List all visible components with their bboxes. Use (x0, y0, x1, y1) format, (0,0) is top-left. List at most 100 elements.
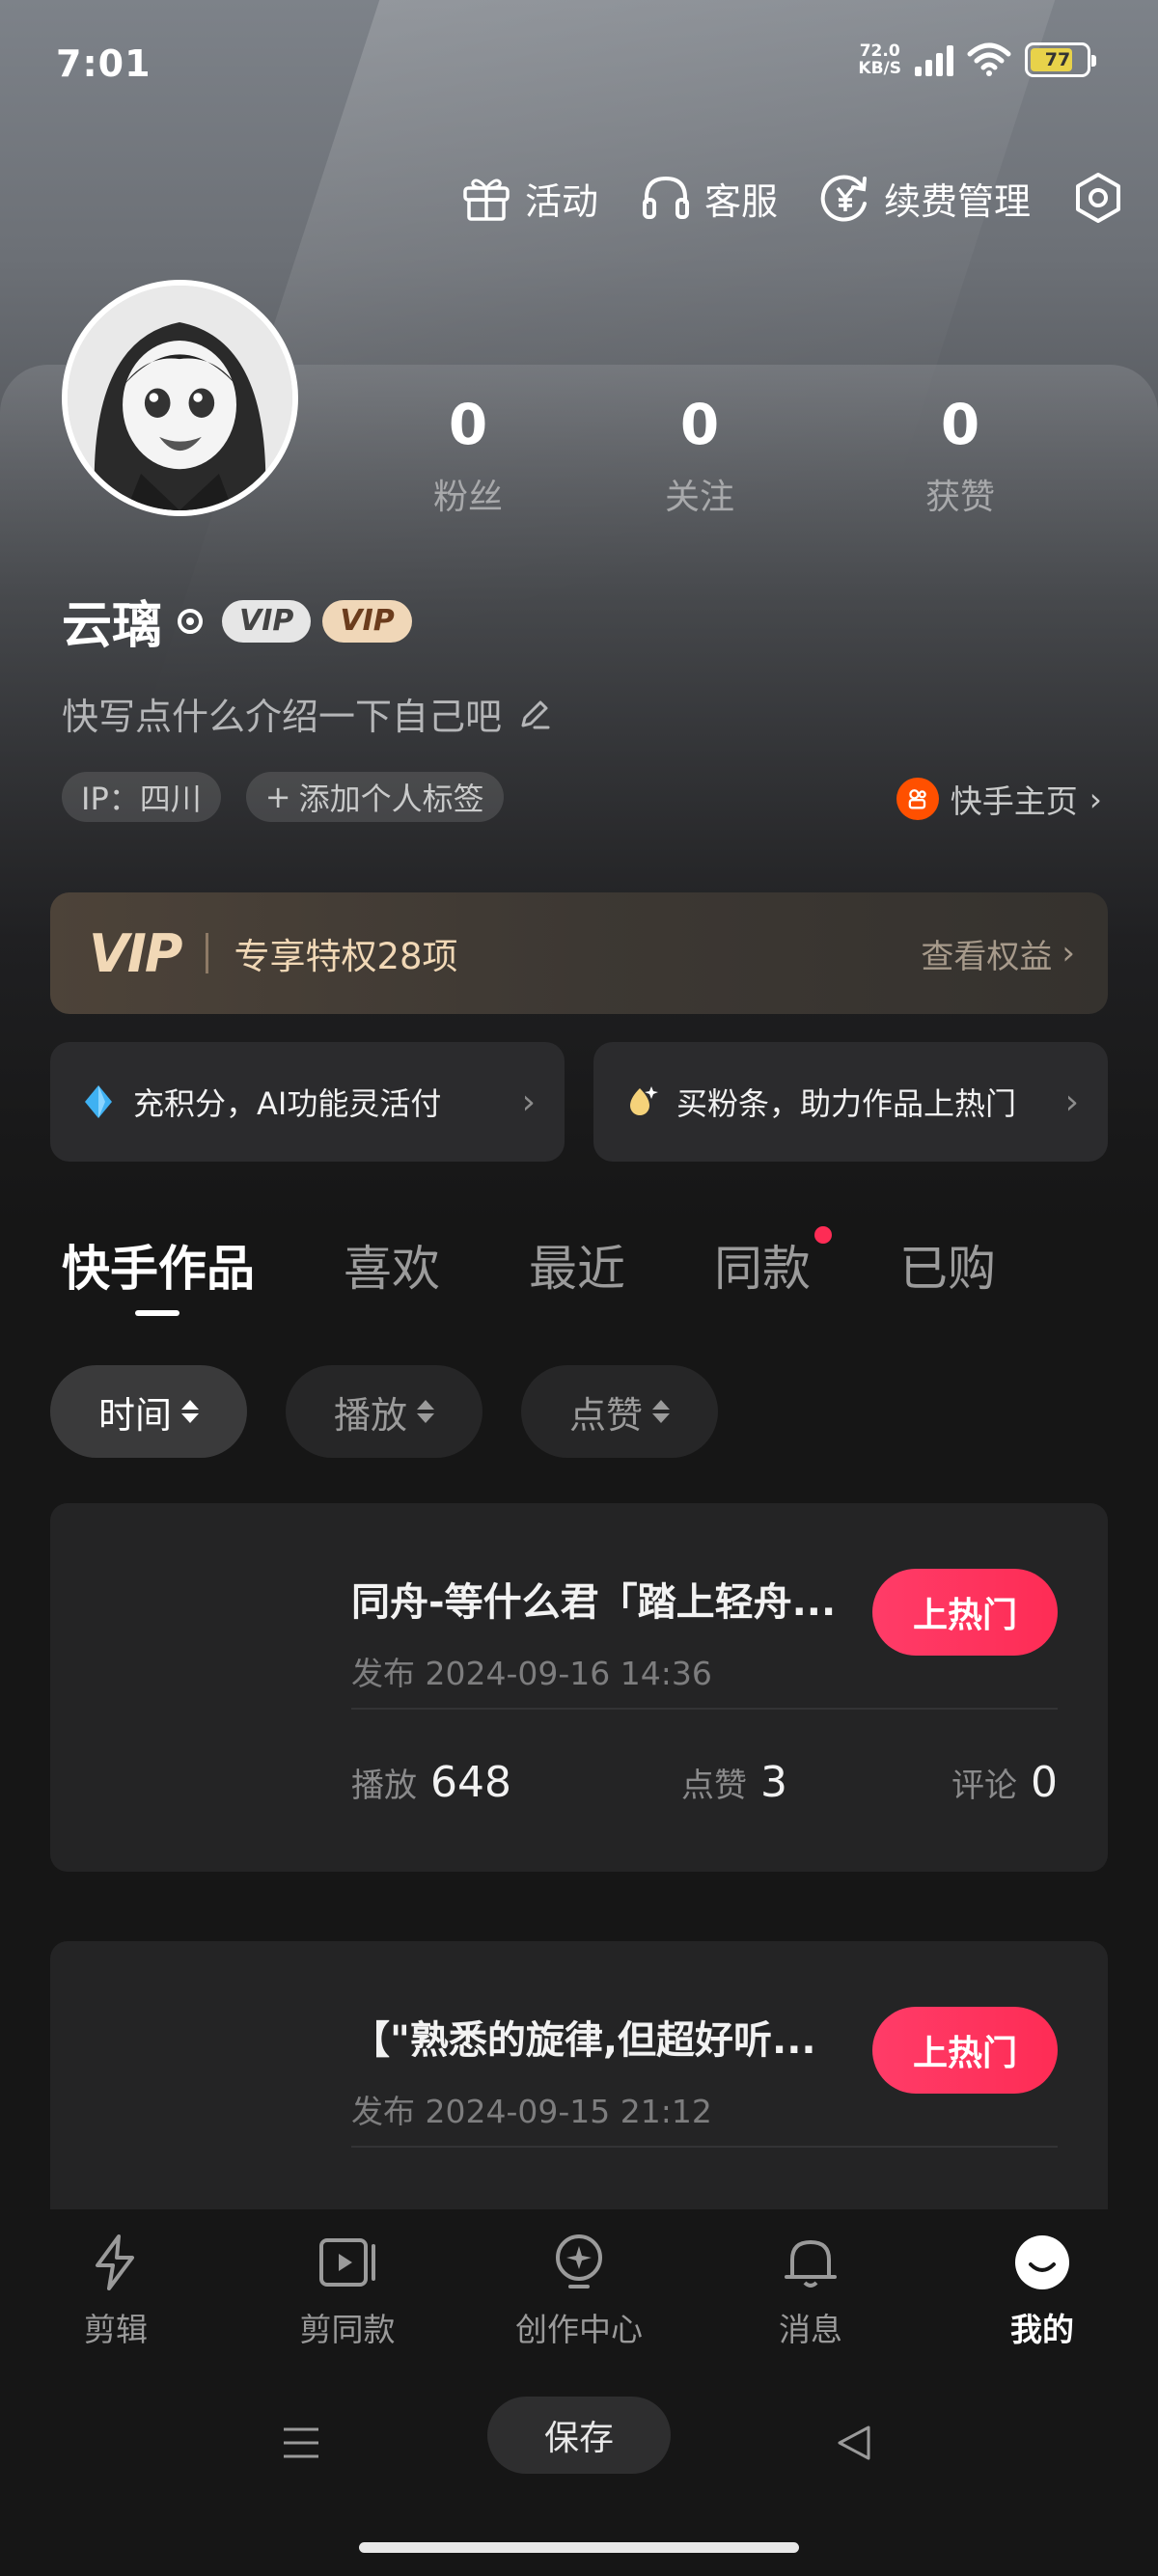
headset-icon (642, 176, 689, 219)
nav-creator-center-label: 创作中心 (515, 2311, 643, 2348)
nav-me-label: 我的 (1010, 2311, 1074, 2348)
tab-same-style[interactable]: 同款 (714, 1226, 832, 1300)
work-publish-date: 发布 2024-09-15 21:12 (351, 2093, 712, 2130)
settings-button[interactable] (1069, 169, 1127, 227)
renewal-management-button[interactable]: 续费管理 (816, 169, 1031, 227)
signal-icon (915, 43, 953, 76)
work-card[interactable]: 同舟-等什么君「踏上轻舟... 发布 2024-09-16 14:36 上热门 … (50, 1503, 1108, 1872)
recharge-points-text: 充积分，AI功能灵活付 (133, 1085, 442, 1122)
promote-hot-button[interactable]: 上热门 (872, 2007, 1058, 2094)
save-button[interactable]: 保存 (487, 2397, 671, 2474)
ip-location-tag: IP：四川 (62, 772, 221, 822)
work-title: 【"熟悉的旋律,但超好听... (351, 2018, 816, 2063)
likes-label: 获赞 (924, 478, 995, 517)
likes-label: 点赞 (681, 1767, 747, 1805)
customer-service-button[interactable]: 客服 (637, 169, 778, 227)
likes-metric: 点赞 3 (681, 1758, 787, 1807)
flame-icon (630, 1086, 658, 1115)
wifi-icon (967, 42, 1011, 76)
top-menu: 活动 客服 续费管理 (457, 169, 1127, 227)
avatar[interactable] (62, 280, 298, 516)
divider (351, 2146, 1058, 2148)
followers-stat[interactable]: 0 粉丝 (367, 394, 569, 519)
sort-by-likes[interactable]: 点赞 (521, 1365, 718, 1458)
comments-metric: 评论 0 (951, 1758, 1058, 1807)
sort-by-likes-label: 点赞 (568, 1393, 643, 1437)
activity-button[interactable]: 活动 (457, 169, 598, 227)
tag-row: IP：四川 + 添加个人标签 (62, 772, 504, 822)
female-gender-icon (178, 608, 204, 634)
kuaishou-homepage-link[interactable]: 快手主页 › (896, 776, 1102, 822)
tab-purchased[interactable]: 已购 (899, 1230, 996, 1300)
menu-icon[interactable] (280, 2422, 322, 2464)
comments-value: 0 (1031, 1758, 1058, 1807)
avatar-image (68, 286, 292, 510)
vip-logo: VIP (89, 922, 182, 984)
followers-label: 粉丝 (432, 478, 503, 517)
sort-by-time[interactable]: 时间 (50, 1365, 247, 1458)
following-count: 0 (679, 392, 720, 457)
sort-row: 时间 播放 点赞 (50, 1365, 718, 1458)
renewal-management-label: 续费管理 (883, 179, 1031, 223)
chevron-right-icon: › (1089, 780, 1102, 818)
kuaishou-homepage-label: 快手主页 (950, 782, 1078, 820)
nav-creator-center[interactable]: 创作中心 (463, 2209, 695, 2402)
divider (351, 1708, 1058, 1710)
add-tag-label: 添加个人标签 (298, 781, 484, 817)
tab-likes[interactable]: 喜欢 (344, 1230, 440, 1300)
following-label: 关注 (664, 478, 734, 517)
comments-label: 评论 (951, 1767, 1017, 1805)
notification-dot (814, 1226, 832, 1244)
vip-badge-gray[interactable]: VIP (222, 599, 312, 643)
content-tabs: 快手作品 喜欢 最近 同款 已购 (62, 1226, 1085, 1300)
bell-icon (785, 2240, 837, 2288)
nav-messages-label: 消息 (779, 2311, 842, 2348)
video-template-icon (319, 2238, 375, 2287)
username[interactable]: 云璃 (62, 585, 162, 657)
promote-hot-button[interactable]: 上热门 (872, 1569, 1058, 1656)
nav-me[interactable]: 我的 (926, 2209, 1158, 2402)
status-icons: 72.0 KB/S 77 (858, 42, 1096, 77)
plays-label: 播放 (351, 1767, 417, 1805)
view-benefits-link[interactable]: 查看权益 › (921, 930, 1075, 977)
screen: 7:01 72.0 KB/S 77 活动 客服 续费管理 0 粉丝 0 关注 0… (0, 0, 1158, 2576)
vip-badge-gold[interactable]: VIP (322, 599, 412, 643)
add-tag-button[interactable]: + 添加个人标签 (245, 772, 504, 822)
settings-icon (1076, 173, 1120, 223)
customer-service-label: 客服 (703, 179, 778, 223)
tab-recent[interactable]: 最近 (529, 1230, 625, 1300)
vip-divider (206, 933, 209, 973)
work-title: 同舟-等什么君「踏上轻舟... (351, 1580, 837, 1625)
following-stat[interactable]: 0 关注 (569, 394, 830, 519)
battery-level: 77 (1044, 49, 1071, 70)
recharge-points-promo[interactable]: 充积分，AI功能灵活付 › (50, 1042, 565, 1162)
tab-kuaishou-works[interactable]: 快手作品 (62, 1230, 255, 1300)
vip-banner[interactable]: VIP 专享特权28项 查看权益 › (50, 892, 1108, 1014)
sort-by-plays[interactable]: 播放 (286, 1365, 482, 1458)
smile-icon (1015, 2235, 1069, 2289)
work-publish-date: 发布 2024-09-16 14:36 (351, 1655, 712, 1692)
buy-boost-text: 买粉条，助力作品上热门 (676, 1085, 1017, 1122)
gift-icon (463, 178, 510, 221)
sort-by-time-label: 时间 (97, 1393, 172, 1437)
nav-messages[interactable]: 消息 (695, 2209, 926, 2402)
status-bar: 7:01 72.0 KB/S 77 (0, 0, 1158, 116)
chevron-right-icon: › (521, 1082, 536, 1122)
sort-by-plays-label: 播放 (333, 1393, 407, 1437)
tab-same-style-label: 同款 (714, 1241, 811, 1297)
nav-edit[interactable]: 剪辑 (0, 2209, 232, 2402)
home-indicator[interactable] (359, 2542, 799, 2553)
stats: 0 粉丝 0 关注 0 获赞 (367, 394, 1119, 519)
net-speed-value: 72.0 (859, 41, 900, 61)
active-tab-indicator (135, 1310, 179, 1316)
followers-count: 0 (448, 392, 488, 457)
net-speed: 72.0 KB/S (858, 42, 901, 77)
back-icon[interactable] (834, 2422, 876, 2464)
buy-boost-promo[interactable]: 买粉条，助力作品上热门 › (593, 1042, 1108, 1162)
bio[interactable]: 快写点什么介绍一下自己吧 (62, 687, 554, 740)
sort-arrows-icon (181, 1400, 199, 1423)
likes-stat[interactable]: 0 获赞 (830, 394, 1090, 519)
renew-yen-icon (820, 175, 867, 222)
nav-template[interactable]: 剪同款 (232, 2209, 463, 2402)
promo-row: 充积分，AI功能灵活付 › 买粉条，助力作品上热门 › (50, 1042, 1108, 1162)
